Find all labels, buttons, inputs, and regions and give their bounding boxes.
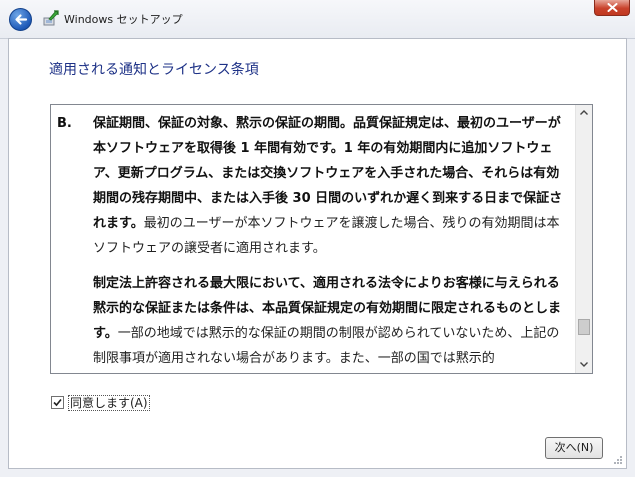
close-button[interactable] (594, 0, 630, 16)
license-paragraph-2-normal: 一部の地域では黙示的な保証の期間の制限が認められていないため、上記の制限事項が適… (93, 326, 560, 366)
license-paragraph-1-normal: 最初のユーザーが本ソフトウェアを譲渡した場合、残りの有効期間は本ソフトウェアの譲… (93, 216, 560, 256)
scroll-up-button[interactable] (576, 105, 592, 121)
scroll-thumb[interactable] (578, 319, 590, 335)
resize-grip-icon (614, 456, 622, 464)
title-bar: Windows セットアップ (0, 0, 635, 39)
back-button[interactable] (9, 8, 32, 31)
back-arrow-icon (15, 14, 28, 25)
accept-checkbox[interactable] (51, 396, 64, 409)
section-letter: B. (57, 116, 72, 131)
checkmark-icon (53, 398, 62, 407)
next-button[interactable]: 次へ(N) (545, 437, 603, 459)
window-title: Windows セットアップ (64, 13, 183, 26)
page-title: 適用される通知とライセンス条項 (49, 62, 259, 78)
accept-label[interactable]: 同意します(A) (68, 395, 150, 411)
license-paragraph-2: 制定法上許容される最大限において、適用される法令によりお客様に与えられる黙示的な… (93, 271, 569, 371)
license-text-box[interactable]: B. 保証期間、保証の対象、黙示の保証の期間。品質保証規定は、最初のユーザーが本… (50, 104, 593, 374)
license-text: B. 保証期間、保証の対象、黙示の保証の期間。品質保証規定は、最初のユーザーが本… (57, 111, 569, 371)
setup-dialog: 適用される通知とライセンス条項 B. 保証期間、保証の対象、黙示の保証の期間。品… (8, 38, 627, 469)
license-paragraph-1-bold: 保証期間、保証の対象、黙示の保証の期間。品質保証規定は、最初のユーザーが本ソフト… (93, 116, 563, 231)
chevron-up-icon (580, 110, 588, 115)
scroll-down-button[interactable] (576, 357, 592, 373)
close-icon (607, 3, 618, 12)
license-paragraph-1: 保証期間、保証の対象、黙示の保証の期間。品質保証規定は、最初のユーザーが本ソフト… (93, 111, 569, 261)
license-scrollbar[interactable] (575, 105, 592, 373)
chevron-down-icon (580, 362, 588, 367)
windows-setup-icon (43, 10, 59, 26)
